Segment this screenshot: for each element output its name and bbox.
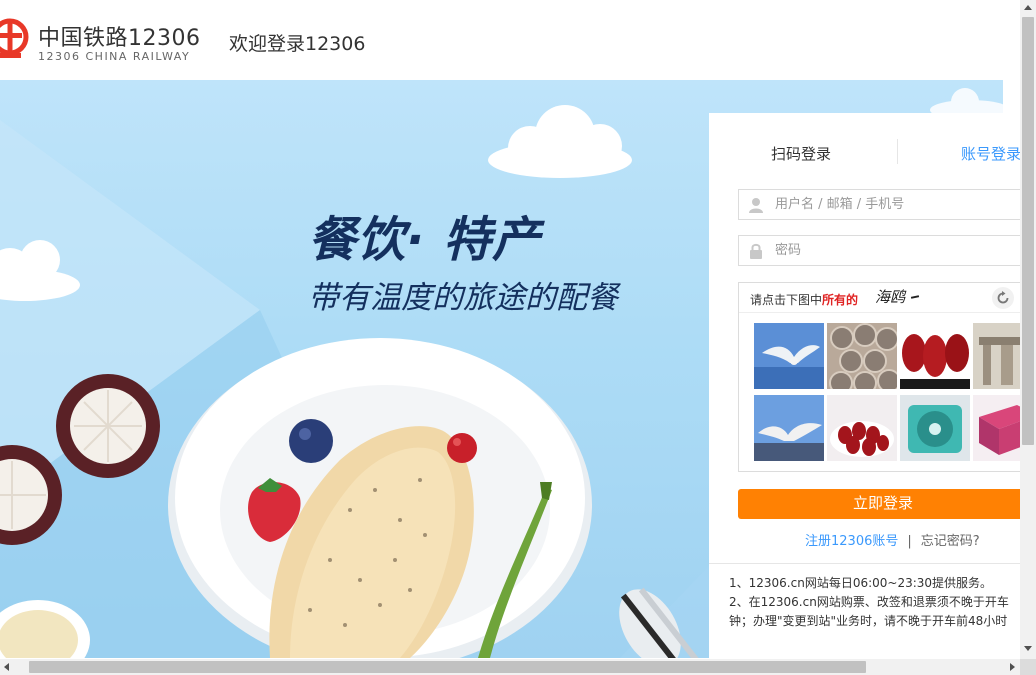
cloud-icon xyxy=(488,105,632,178)
link-separator: | xyxy=(907,534,912,549)
login-panel: 扫码登录 账号登录 请点击下图中所有的 海鸥 xyxy=(709,113,1036,658)
captcha-picture xyxy=(754,323,824,389)
user-icon xyxy=(749,198,763,213)
captcha-image-seagull[interactable] xyxy=(754,323,824,389)
lock-icon xyxy=(750,243,762,259)
password-input[interactable] xyxy=(775,236,1025,265)
captcha-header: 请点击下图中所有的 海鸥 xyxy=(739,283,1029,313)
password-field[interactable] xyxy=(738,235,1028,266)
username-input[interactable] xyxy=(775,190,1025,219)
captcha-picture xyxy=(827,395,897,461)
image-captcha: 请点击下图中所有的 海鸥 xyxy=(738,282,1036,472)
notice-divider xyxy=(709,563,1020,564)
brand-name[interactable]: 中国铁路12306 xyxy=(38,20,201,52)
brand-name-english: 12306 CHINA RAILWAY xyxy=(38,50,191,63)
site-header: 中国铁路12306 12306 CHINA RAILWAY 欢迎登录12306 xyxy=(0,0,1020,80)
tab-account-login[interactable]: 账号登录 xyxy=(961,143,1021,164)
service-notice: 1、12306.cn网站每日06:00~23:30提供服务。 2、在12306.… xyxy=(729,574,1029,631)
china-railway-logo-icon[interactable] xyxy=(0,17,30,63)
captcha-picture xyxy=(900,323,970,389)
captcha-target-word: 海鸥 xyxy=(875,288,906,306)
captcha-image-red-dates[interactable] xyxy=(827,395,897,461)
captcha-image-lotus-pod[interactable] xyxy=(827,323,897,389)
vertical-scrollbar[interactable] xyxy=(1020,0,1036,659)
captcha-prompt: 请点击下图中所有的 xyxy=(750,291,858,308)
captcha-picture xyxy=(754,395,824,461)
captcha-prompt-highlight: 所有的 xyxy=(822,293,859,307)
promo-title: 餐饮· 特产 xyxy=(308,212,541,268)
vertical-scroll-thumb[interactable] xyxy=(1022,17,1034,445)
captcha-image-red-dates[interactable] xyxy=(900,323,970,389)
notice-line: 1、12306.cn网站每日06:00~23:30提供服务。 xyxy=(729,576,993,590)
notice-line: 2、在12306.cn网站购票、改签和退票须不晚于开车 xyxy=(729,595,1009,609)
captcha-target-stroke xyxy=(910,295,920,299)
forgot-password-link[interactable]: 忘记密码? xyxy=(921,534,980,549)
auth-links: 注册12306账号 | 忘记密码? xyxy=(805,530,980,549)
notice-line: 钟；办理"变更到站"业务时，请不晚于开车前48小时 xyxy=(729,614,1008,628)
captcha-picture xyxy=(827,323,897,389)
scroll-up-arrow-icon[interactable] xyxy=(1024,5,1032,10)
tab-divider xyxy=(897,139,898,164)
tab-qr-login[interactable]: 扫码登录 xyxy=(771,143,831,164)
captcha-prompt-text: 请点击下图中 xyxy=(750,293,823,307)
login-submit-button[interactable]: 立即登录 xyxy=(738,489,1028,519)
register-link[interactable]: 注册12306账号 xyxy=(805,534,898,549)
scroll-down-arrow-icon[interactable] xyxy=(1024,646,1032,651)
horizontal-scrollbar[interactable] xyxy=(0,659,1020,675)
scroll-right-arrow-icon[interactable] xyxy=(1010,663,1015,671)
captcha-image-seagull[interactable] xyxy=(754,395,824,461)
captcha-refresh-button[interactable] xyxy=(992,287,1014,309)
refresh-icon xyxy=(997,291,1009,304)
scroll-left-arrow-icon[interactable] xyxy=(4,663,9,671)
horizontal-scroll-thumb[interactable] xyxy=(29,661,866,673)
page-title: 欢迎登录12306 xyxy=(229,33,366,55)
scrollbar-corner xyxy=(1020,659,1036,675)
captcha-image-fan[interactable] xyxy=(900,395,970,461)
username-field[interactable] xyxy=(738,189,1028,220)
captcha-picture xyxy=(900,395,970,461)
promo-subtitle: 带有温度的旅途的配餐 xyxy=(308,280,618,316)
